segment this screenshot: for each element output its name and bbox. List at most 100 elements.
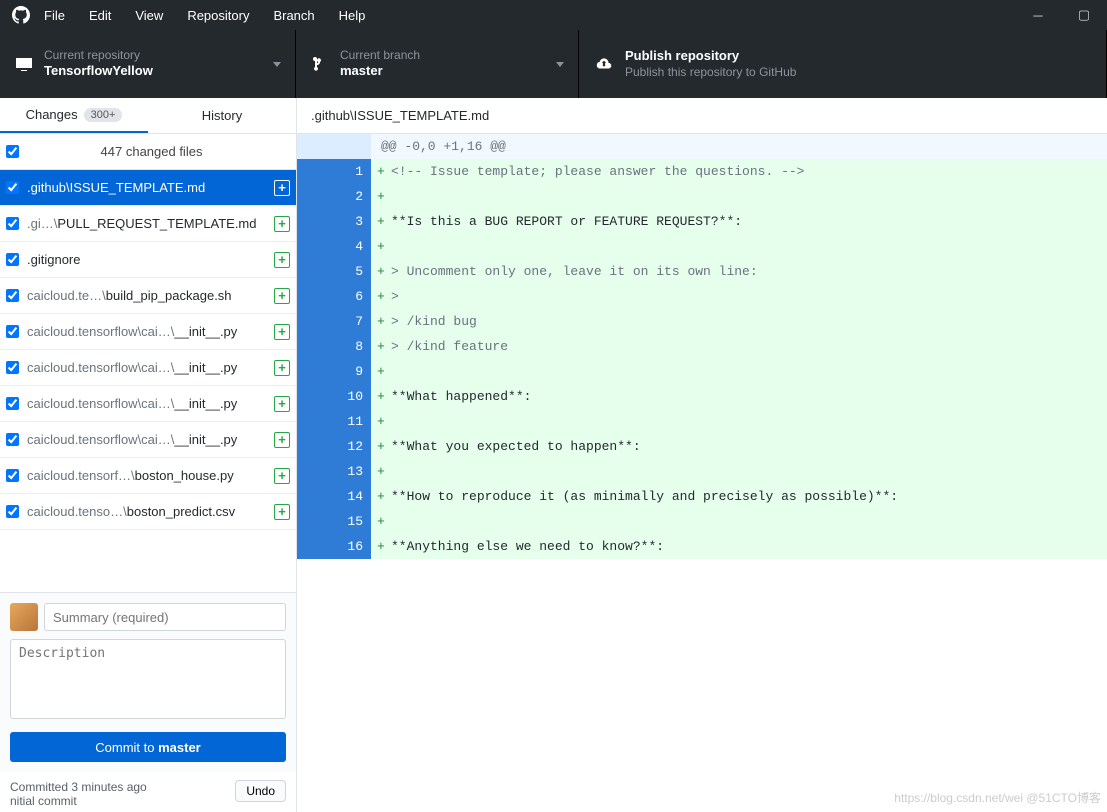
publish-repository-button[interactable]: Publish repository Publish this reposito… [579, 30, 1107, 98]
menu-item-view[interactable]: View [135, 8, 163, 23]
file-row[interactable]: caicloud.te…\build_pip_package.sh + [0, 278, 296, 314]
file-checkbox[interactable] [6, 397, 19, 410]
file-path: .gi…\PULL_REQUEST_TEMPLATE.md [27, 216, 268, 231]
file-path: caicloud.tensorflow\cai…\__init__.py [27, 432, 268, 447]
added-icon: + [274, 180, 290, 196]
tab-changes-label: Changes [26, 107, 78, 122]
file-list[interactable]: .github\ISSUE_TEMPLATE.md+.gi…\PULL_REQU… [0, 170, 296, 592]
diff-line: 8+> /kind feature [297, 334, 1107, 359]
diff-hunk-header: @@ -0,0 +1,16 @@ [371, 134, 1107, 159]
added-icon: + [274, 504, 290, 520]
file-checkbox[interactable] [6, 469, 19, 482]
window-controls: ─ ▢ [1015, 0, 1107, 30]
added-icon: + [274, 216, 290, 232]
file-path: caicloud.tensorf…\boston_house.py [27, 468, 268, 483]
diff-line: 3+**Is this a BUG REPORT or FEATURE REQU… [297, 209, 1107, 234]
titlebar: File Edit View Repository Branch Help ─ ▢ [0, 0, 1107, 30]
file-checkbox[interactable] [6, 433, 19, 446]
menu-item-help[interactable]: Help [339, 8, 366, 23]
current-branch-selector[interactable]: Current branch master [296, 30, 579, 98]
diff-line: 11+ [297, 409, 1107, 434]
diff-body[interactable]: @@ -0,0 +1,16 @@1+<!-- Issue template; p… [297, 134, 1107, 812]
file-row[interactable]: .gitignore + [0, 242, 296, 278]
menu-item-edit[interactable]: Edit [89, 8, 111, 23]
added-icon: + [274, 252, 290, 268]
diff-line: 12+**What you expected to happen**: [297, 434, 1107, 459]
cloud-upload-icon [595, 55, 613, 73]
undo-button[interactable]: Undo [235, 780, 286, 802]
commit-button[interactable]: Commit to master [10, 732, 286, 762]
last-commit-info: Committed 3 minutes ago nitial commit Un… [0, 772, 296, 812]
current-repository-selector[interactable]: Current repository TensorflowYellow [0, 30, 296, 98]
github-icon [12, 6, 30, 24]
menu-item-repository[interactable]: Repository [187, 8, 249, 23]
tab-changes[interactable]: Changes 300+ [0, 98, 148, 133]
repo-sublabel: Current repository [44, 48, 153, 64]
changes-count-badge: 300+ [84, 108, 123, 122]
file-row[interactable]: caicloud.tensorflow\cai…\__init__.py + [0, 314, 296, 350]
diff-line: 6+> [297, 284, 1107, 309]
diff-line: 10+**What happened**: [297, 384, 1107, 409]
diff-line: 15+ [297, 509, 1107, 534]
file-row[interactable]: caicloud.tensorflow\cai…\__init__.py + [0, 350, 296, 386]
file-path: caicloud.te…\build_pip_package.sh [27, 288, 268, 303]
maximize-button[interactable]: ▢ [1061, 0, 1107, 30]
file-checkbox[interactable] [6, 253, 19, 266]
menu-item-file[interactable]: File [44, 8, 65, 23]
git-branch-icon [312, 56, 328, 72]
diff-line: 1+<!-- Issue template; please answer the… [297, 159, 1107, 184]
changed-files-count: 447 changed files [27, 144, 296, 159]
diff-line: 13+ [297, 459, 1107, 484]
publish-title: Publish repository [625, 48, 796, 65]
file-row[interactable]: .github\ISSUE_TEMPLATE.md + [0, 170, 296, 206]
publish-subtitle: Publish this repository to GitHub [625, 65, 796, 81]
added-icon: + [274, 324, 290, 340]
menu-bar: File Edit View Repository Branch Help [44, 8, 365, 23]
diff-line: 14+**How to reproduce it (as minimally a… [297, 484, 1107, 509]
file-path: .github\ISSUE_TEMPLATE.md [27, 180, 268, 195]
branch-sublabel: Current branch [340, 48, 420, 64]
file-checkbox[interactable] [6, 325, 19, 338]
chevron-down-icon [556, 62, 564, 67]
added-icon: + [274, 288, 290, 304]
file-path: .gitignore [27, 252, 268, 267]
diff-line: 2+ [297, 184, 1107, 209]
file-row[interactable]: caicloud.tensorf…\boston_house.py+ [0, 458, 296, 494]
diff-line: 4+ [297, 234, 1107, 259]
repo-name: TensorflowYellow [44, 63, 153, 80]
file-row[interactable]: caicloud.tensorflow\cai…\__init__.py+ [0, 422, 296, 458]
menu-item-branch[interactable]: Branch [273, 8, 314, 23]
file-checkbox[interactable] [6, 361, 19, 374]
toolbar: Current repository TensorflowYellow Curr… [0, 30, 1107, 98]
tab-history[interactable]: History [148, 98, 296, 133]
commit-button-branch: master [158, 740, 201, 755]
chevron-down-icon [273, 62, 281, 67]
diff-panel: .github\ISSUE_TEMPLATE.md @@ -0,0 +1,16 … [297, 98, 1107, 812]
commit-form: Commit to master [0, 592, 296, 772]
sidebar: Changes 300+ History 447 changed files .… [0, 98, 297, 812]
diff-line: 9+ [297, 359, 1107, 384]
file-row[interactable]: .gi…\PULL_REQUEST_TEMPLATE.md + [0, 206, 296, 242]
file-checkbox[interactable] [6, 289, 19, 302]
file-row[interactable]: caicloud.tenso…\boston_predict.csv + [0, 494, 296, 530]
sidebar-tabs: Changes 300+ History [0, 98, 296, 134]
added-icon: + [274, 396, 290, 412]
commit-summary-input[interactable] [44, 603, 286, 631]
branch-name: master [340, 63, 420, 80]
commit-description-input[interactable] [10, 639, 286, 719]
select-all-checkbox[interactable] [6, 145, 19, 158]
minimize-button[interactable]: ─ [1015, 0, 1061, 30]
file-path: caicloud.tensorflow\cai…\__init__.py [27, 396, 268, 411]
file-checkbox[interactable] [6, 505, 19, 518]
file-path: caicloud.tensorflow\cai…\__init__.py [27, 360, 268, 375]
diff-line: 16+**Anything else we need to know?**: [297, 534, 1107, 559]
changed-files-bar: 447 changed files [0, 134, 296, 170]
commit-button-pre: Commit to [95, 740, 158, 755]
file-path: caicloud.tensorflow\cai…\__init__.py [27, 324, 268, 339]
added-icon: + [274, 360, 290, 376]
file-checkbox[interactable] [6, 181, 19, 194]
tab-history-label: History [202, 108, 242, 123]
file-checkbox[interactable] [6, 217, 19, 230]
file-row[interactable]: caicloud.tensorflow\cai…\__init__.py + [0, 386, 296, 422]
file-path: caicloud.tenso…\boston_predict.csv [27, 504, 268, 519]
